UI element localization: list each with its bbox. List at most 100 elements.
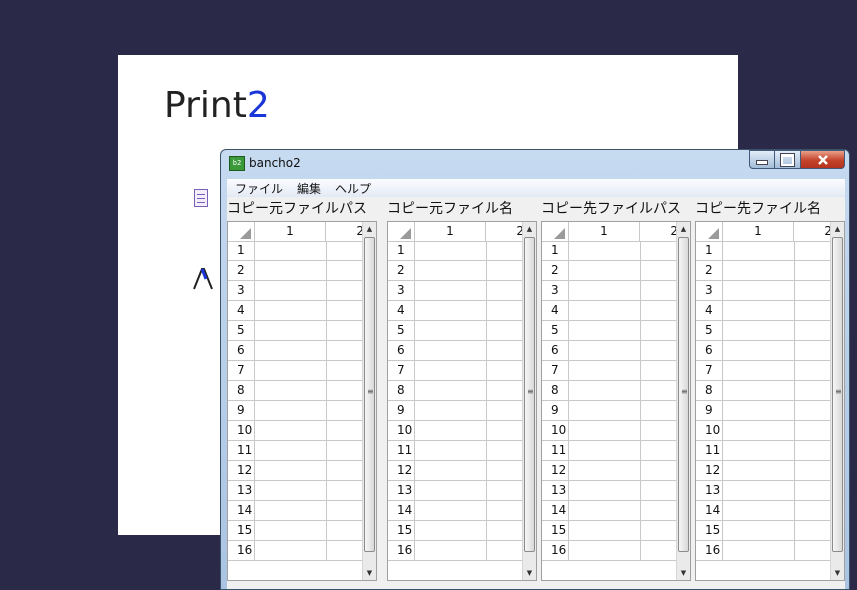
vertical-scroll-thumb[interactable]: ≡ bbox=[524, 237, 535, 552]
table-row[interactable]: 7 bbox=[542, 361, 678, 381]
row-header[interactable]: 14 bbox=[542, 501, 569, 520]
row-header[interactable]: 16 bbox=[388, 541, 415, 560]
vertical-scroll-thumb[interactable]: ≡ bbox=[832, 237, 843, 552]
table-row[interactable]: 13 bbox=[696, 481, 832, 501]
table-row[interactable]: 4 bbox=[228, 301, 364, 321]
table-row[interactable]: 13 bbox=[228, 481, 364, 501]
row-header[interactable]: 7 bbox=[388, 361, 415, 380]
row-header[interactable]: 8 bbox=[542, 381, 569, 400]
row-header[interactable]: 3 bbox=[228, 281, 255, 300]
scroll-up-arrow-icon[interactable]: ▲ bbox=[831, 222, 844, 236]
column-header-2[interactable]: 2 bbox=[326, 222, 366, 241]
row-header[interactable]: 12 bbox=[388, 461, 415, 480]
table-row[interactable]: 12 bbox=[388, 461, 524, 481]
row-header[interactable]: 1 bbox=[228, 241, 255, 260]
table-row[interactable]: 15 bbox=[542, 521, 678, 541]
table-row[interactable]: 2 bbox=[696, 261, 832, 281]
close-button[interactable] bbox=[801, 150, 845, 169]
column-header-1[interactable]: 1 bbox=[723, 222, 794, 241]
row-header[interactable]: 13 bbox=[696, 481, 723, 500]
row-header[interactable]: 12 bbox=[228, 461, 255, 480]
table-row[interactable]: 14 bbox=[696, 501, 832, 521]
table-row[interactable]: 15 bbox=[228, 521, 364, 541]
table-row[interactable]: 10 bbox=[542, 421, 678, 441]
row-header[interactable]: 10 bbox=[696, 421, 723, 440]
row-header[interactable]: 2 bbox=[542, 261, 569, 280]
row-header[interactable]: 5 bbox=[228, 321, 255, 340]
table-row[interactable]: 16 bbox=[228, 541, 364, 561]
vertical-scrollbar[interactable]: ▲ ≡ ▼ bbox=[522, 222, 536, 580]
table-row[interactable]: 5 bbox=[388, 321, 524, 341]
table-row[interactable]: 9 bbox=[228, 401, 364, 421]
table-row[interactable]: 2 bbox=[388, 261, 524, 281]
column-header-1[interactable]: 1 bbox=[569, 222, 640, 241]
table-row[interactable]: 13 bbox=[388, 481, 524, 501]
table-row[interactable]: 11 bbox=[542, 441, 678, 461]
column-header-2[interactable]: 2 bbox=[640, 222, 680, 241]
row-header[interactable]: 16 bbox=[542, 541, 569, 560]
row-header[interactable]: 12 bbox=[542, 461, 569, 480]
table-row[interactable]: 1 bbox=[542, 241, 678, 261]
title-bar[interactable]: b2 bancho2 bbox=[221, 150, 849, 178]
row-header[interactable]: 11 bbox=[388, 441, 415, 460]
menu-file[interactable]: ファイル bbox=[227, 180, 289, 197]
data-grid[interactable]: 1 2 12345678910111213141516 ▲ ≡ ▼ ◀ III … bbox=[541, 221, 691, 581]
table-row[interactable]: 12 bbox=[696, 461, 832, 481]
row-header[interactable]: 9 bbox=[542, 401, 569, 420]
table-row[interactable]: 1 bbox=[696, 241, 832, 261]
row-header[interactable]: 4 bbox=[696, 301, 723, 320]
table-row[interactable]: 14 bbox=[388, 501, 524, 521]
row-header[interactable]: 16 bbox=[696, 541, 723, 560]
row-header[interactable]: 6 bbox=[228, 341, 255, 360]
table-row[interactable]: 5 bbox=[542, 321, 678, 341]
table-row[interactable]: 9 bbox=[388, 401, 524, 421]
vertical-scroll-thumb[interactable]: ≡ bbox=[364, 237, 375, 552]
vertical-scrollbar[interactable]: ▲ ≡ ▼ bbox=[676, 222, 690, 580]
vertical-scrollbar[interactable]: ▲ ≡ ▼ bbox=[830, 222, 844, 580]
column-header-1[interactable]: 1 bbox=[255, 222, 326, 241]
select-all-corner[interactable] bbox=[542, 222, 569, 241]
table-row[interactable]: 9 bbox=[542, 401, 678, 421]
row-header[interactable]: 4 bbox=[388, 301, 415, 320]
table-row[interactable]: 8 bbox=[228, 381, 364, 401]
table-row[interactable]: 10 bbox=[228, 421, 364, 441]
table-row[interactable]: 2 bbox=[228, 261, 364, 281]
table-row[interactable]: 15 bbox=[696, 521, 832, 541]
row-header[interactable]: 8 bbox=[228, 381, 255, 400]
table-row[interactable]: 5 bbox=[228, 321, 364, 341]
row-header[interactable]: 12 bbox=[696, 461, 723, 480]
row-header[interactable]: 10 bbox=[542, 421, 569, 440]
table-row[interactable]: 4 bbox=[696, 301, 832, 321]
scroll-down-arrow-icon[interactable]: ▼ bbox=[831, 566, 844, 580]
row-header[interactable]: 15 bbox=[388, 521, 415, 540]
table-row[interactable]: 6 bbox=[542, 341, 678, 361]
data-grid[interactable]: 1 2 12345678910111213141516 ▲ ≡ ▼ ◀ III … bbox=[695, 221, 845, 581]
row-header[interactable]: 9 bbox=[388, 401, 415, 420]
vertical-scrollbar[interactable]: ▲ ≡ ▼ bbox=[362, 222, 376, 580]
table-row[interactable]: 8 bbox=[696, 381, 832, 401]
row-header[interactable]: 2 bbox=[696, 261, 723, 280]
select-all-corner[interactable] bbox=[228, 222, 255, 241]
table-row[interactable]: 14 bbox=[542, 501, 678, 521]
row-header[interactable]: 7 bbox=[696, 361, 723, 380]
row-header[interactable]: 5 bbox=[696, 321, 723, 340]
vertical-scroll-thumb[interactable]: ≡ bbox=[678, 237, 689, 552]
table-row[interactable]: 11 bbox=[228, 441, 364, 461]
row-header[interactable]: 10 bbox=[388, 421, 415, 440]
row-header[interactable]: 7 bbox=[542, 361, 569, 380]
table-row[interactable]: 15 bbox=[388, 521, 524, 541]
row-header[interactable]: 15 bbox=[542, 521, 569, 540]
table-row[interactable]: 7 bbox=[228, 361, 364, 381]
scroll-up-arrow-icon[interactable]: ▲ bbox=[523, 222, 536, 236]
table-row[interactable]: 14 bbox=[228, 501, 364, 521]
row-header[interactable]: 3 bbox=[696, 281, 723, 300]
row-header[interactable]: 6 bbox=[542, 341, 569, 360]
menu-edit[interactable]: 編集 bbox=[289, 180, 327, 197]
table-row[interactable]: 1 bbox=[388, 241, 524, 261]
row-header[interactable]: 6 bbox=[696, 341, 723, 360]
column-header-2[interactable]: 2 bbox=[794, 222, 834, 241]
row-header[interactable]: 11 bbox=[228, 441, 255, 460]
table-row[interactable]: 13 bbox=[542, 481, 678, 501]
table-row[interactable]: 11 bbox=[696, 441, 832, 461]
row-header[interactable]: 5 bbox=[388, 321, 415, 340]
